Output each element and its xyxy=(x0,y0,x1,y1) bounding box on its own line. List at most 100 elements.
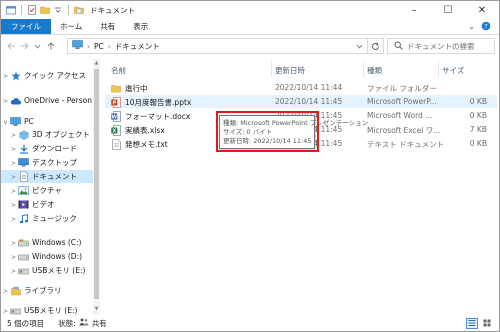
usb-drive-icon xyxy=(18,265,29,276)
nav-label: 3D オブジェクト xyxy=(32,130,90,139)
address-dropdown-button[interactable] xyxy=(351,39,367,53)
file-type: Microsoft PowerP... xyxy=(367,97,437,106)
tab-home[interactable]: ホーム xyxy=(51,19,91,34)
help-icon[interactable]: ? xyxy=(481,21,491,33)
quick-access-toolbar xyxy=(1,5,84,15)
recent-locations-button[interactable] xyxy=(31,38,44,54)
expand-chevron-icon[interactable]: > xyxy=(9,267,18,275)
nav-label: ドキュメント xyxy=(32,172,77,181)
file-row-in-progress[interactable]: 進行中 2022/10/14 11:44 ファイル フォルダー xyxy=(105,81,497,94)
expand-chevron-icon[interactable]: > xyxy=(1,72,10,80)
view-switcher xyxy=(466,317,499,329)
nav-label: USBメモリ (E:) xyxy=(32,266,86,275)
expand-chevron-icon[interactable]: > xyxy=(9,145,18,153)
nav-label: ライブラリ xyxy=(24,286,62,295)
breadcrumb-pc[interactable]: PC xyxy=(94,42,104,51)
large-icons-view-button[interactable] xyxy=(481,318,493,329)
nav-item-quick-access[interactable]: > クイック アクセス xyxy=(1,69,93,82)
nav-item-usb-e-root[interactable]: > USBメモリ (E:) xyxy=(1,304,93,315)
file-type: Microsoft Word ... xyxy=(367,111,433,120)
nav-item-3d-objects[interactable]: > 3D オブジェクト xyxy=(1,128,93,141)
expand-chevron-icon[interactable]: > xyxy=(9,201,18,209)
refresh-button[interactable] xyxy=(368,38,384,54)
nav-item-drive-c[interactable]: > Windows (C:) xyxy=(1,236,93,249)
close-button[interactable]: ✕ xyxy=(465,1,499,19)
expand-chevron-icon[interactable]: > xyxy=(9,239,18,247)
up-button[interactable] xyxy=(44,38,57,54)
chevron-down-icon xyxy=(34,44,41,49)
file-row-report-pptx[interactable]: P 10月度報告書.pptx 2022/10/14 11:45 Microsof… xyxy=(105,95,497,108)
column-header-size[interactable]: サイズ xyxy=(442,65,464,76)
collapse-chevron-icon[interactable]: v xyxy=(1,118,10,126)
search-box[interactable]: ドキュメントの検索 xyxy=(387,38,495,54)
back-button[interactable] xyxy=(5,38,18,54)
nav-item-pc[interactable]: v PC xyxy=(1,115,93,128)
file-size: 0 KB xyxy=(469,111,487,120)
file-type: Microsoft Excel ワ... xyxy=(367,126,441,135)
properties-icon[interactable] xyxy=(27,5,37,15)
download-icon xyxy=(18,143,29,154)
navigation-pane: > クイック アクセス > OneDrive - Person v PC > 3… xyxy=(1,59,93,315)
tab-view[interactable]: 表示 xyxy=(124,19,157,34)
column-divider[interactable] xyxy=(271,61,272,77)
usb-drive-icon xyxy=(10,305,21,315)
maximize-button[interactable]: ☐ xyxy=(431,1,465,19)
expand-chevron-icon[interactable]: > xyxy=(9,173,18,181)
nav-item-music[interactable]: > ミュージック xyxy=(1,212,93,225)
navigation-scrollbar[interactable]: ▲ ▼ xyxy=(93,59,100,315)
forward-button[interactable] xyxy=(18,38,31,54)
nav-item-libraries[interactable]: > ライブラリ xyxy=(1,284,93,297)
column-divider[interactable] xyxy=(363,61,364,77)
expand-ribbon-icon[interactable]: ⌄ xyxy=(468,22,475,31)
nav-item-onedrive[interactable]: > OneDrive - Person xyxy=(1,94,93,107)
new-folder-icon[interactable] xyxy=(40,5,50,15)
nav-item-documents[interactable]: > ドキュメント xyxy=(1,170,93,183)
nav-item-pictures[interactable]: > ピクチャ xyxy=(1,184,93,197)
item-count: 5 個の項目 xyxy=(7,318,45,328)
expand-chevron-icon[interactable]: > xyxy=(9,159,18,167)
ribbon-right-controls: ⌄ ? xyxy=(468,19,499,34)
file-name-cell: 進行中 xyxy=(111,83,148,94)
nav-item-downloads[interactable]: > ダウンロード xyxy=(1,142,93,155)
nav-label: Windows (D:) xyxy=(32,252,83,261)
scrollbar-thumb[interactable] xyxy=(94,69,99,299)
music-icon xyxy=(18,213,29,224)
pc-icon xyxy=(72,40,83,52)
minimize-button[interactable]: – xyxy=(397,1,431,19)
nav-item-drive-d[interactable]: > Windows (D:) xyxy=(1,250,93,263)
column-header-type[interactable]: 種類 xyxy=(367,65,382,76)
column-header-date[interactable]: 更新日時 xyxy=(275,65,305,76)
nav-item-usb-e[interactable]: > USBメモリ (E:) xyxy=(1,264,93,277)
expand-chevron-icon[interactable]: > xyxy=(1,97,10,105)
window-title: ドキュメント xyxy=(90,5,135,15)
expand-chevron-icon[interactable]: > xyxy=(9,215,18,223)
column-divider[interactable] xyxy=(438,61,439,77)
nav-label: OneDrive - Person xyxy=(24,96,92,105)
expand-chevron-icon[interactable]: > xyxy=(1,307,10,315)
cloud-icon xyxy=(10,95,21,106)
window-controls: – ☐ ✕ xyxy=(397,1,499,19)
address-bar[interactable]: › PC › ドキュメント xyxy=(67,38,368,54)
svg-text:W: W xyxy=(112,114,118,120)
expand-chevron-icon[interactable]: > xyxy=(9,253,18,261)
scroll-up-arrow-icon[interactable]: ▲ xyxy=(93,60,100,68)
tab-share[interactable]: 共有 xyxy=(91,19,124,34)
documents-folder-icon xyxy=(74,5,84,15)
tab-file[interactable]: ファイル xyxy=(1,19,51,34)
nav-label: PC xyxy=(24,117,34,126)
column-header-name[interactable]: 名前 xyxy=(111,65,126,76)
star-icon xyxy=(10,70,21,81)
nav-item-videos[interactable]: > ビデオ xyxy=(1,198,93,211)
expand-chevron-icon[interactable]: > xyxy=(9,131,18,139)
nav-item-desktop[interactable]: > デスクトップ xyxy=(1,156,93,169)
file-size: 7 KB xyxy=(469,125,487,134)
refresh-icon xyxy=(372,42,379,50)
details-view-button[interactable] xyxy=(466,317,478,329)
customize-toolbar-icon[interactable] xyxy=(53,5,63,15)
breadcrumb-documents[interactable]: ドキュメント xyxy=(115,41,160,52)
toolbar-divider xyxy=(68,5,69,15)
word-icon: W xyxy=(111,111,121,122)
scroll-down-arrow-icon[interactable]: ▼ xyxy=(93,306,100,314)
expand-chevron-icon[interactable]: > xyxy=(9,187,18,195)
expand-chevron-icon[interactable]: > xyxy=(1,287,10,295)
